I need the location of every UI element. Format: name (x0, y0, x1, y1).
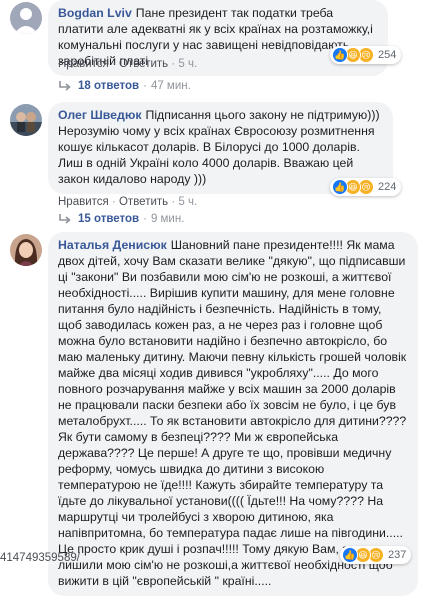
comment-actions: Нравится · Ответить · 5 ч. (58, 58, 198, 70)
comment-author[interactable]: Наталья Денисюк (58, 238, 167, 252)
reply-arrow-icon (59, 81, 71, 91)
comment-text: Шановний пане президенте!!!! Як мама дво… (58, 238, 407, 588)
comment-author[interactable]: Олег Шведюк (58, 108, 141, 122)
view-replies-link[interactable]: 18 ответов · 47 мин. (58, 80, 191, 92)
avatar[interactable] (10, 234, 42, 266)
reply-arrow-icon (59, 214, 71, 224)
like-link[interactable]: Нравится (58, 58, 109, 70)
reaction-summary[interactable]: 👍 😆 😢 224 (330, 178, 402, 196)
comment-time[interactable]: 5 ч. (178, 196, 197, 208)
reply-link[interactable]: Ответить (119, 58, 168, 70)
truncated-text: 414749359589/ (0, 552, 80, 564)
avatar[interactable] (10, 2, 42, 34)
comment-time[interactable]: 5 ч. (178, 58, 197, 70)
reaction-count: 254 (378, 49, 397, 61)
replies-count[interactable]: 15 ответов (78, 213, 139, 225)
replies-count[interactable]: 18 ответов (78, 80, 139, 92)
reaction-count: 237 (388, 549, 407, 561)
view-replies-link[interactable]: 15 ответов · 9 мин. (58, 213, 184, 225)
like-icon: 👍 (342, 547, 358, 563)
comment-actions: Нравится · Ответить · 5 ч. (58, 196, 198, 208)
replies-time: 9 мин. (150, 213, 185, 225)
default-avatar-icon (10, 2, 42, 34)
comment-bubble: Наталья Денисюк Шановний пане президенте!… (48, 232, 418, 596)
reaction-summary[interactable]: 👍 😆 😢 254 (330, 46, 402, 64)
profile-photo-icon (10, 234, 42, 266)
avatar[interactable] (10, 104, 42, 136)
reply-link[interactable]: Ответить (119, 196, 168, 208)
profile-photo-icon (10, 104, 42, 136)
like-icon: 👍 (332, 47, 348, 63)
like-icon: 👍 (332, 179, 348, 195)
like-link[interactable]: Нравится (58, 196, 109, 208)
reaction-count: 224 (378, 181, 397, 193)
replies-time: 47 мин. (150, 80, 191, 92)
reaction-summary[interactable]: 👍 😆 😢 237 (340, 546, 412, 564)
comment-author[interactable]: Bogdan Lviv (58, 6, 132, 20)
